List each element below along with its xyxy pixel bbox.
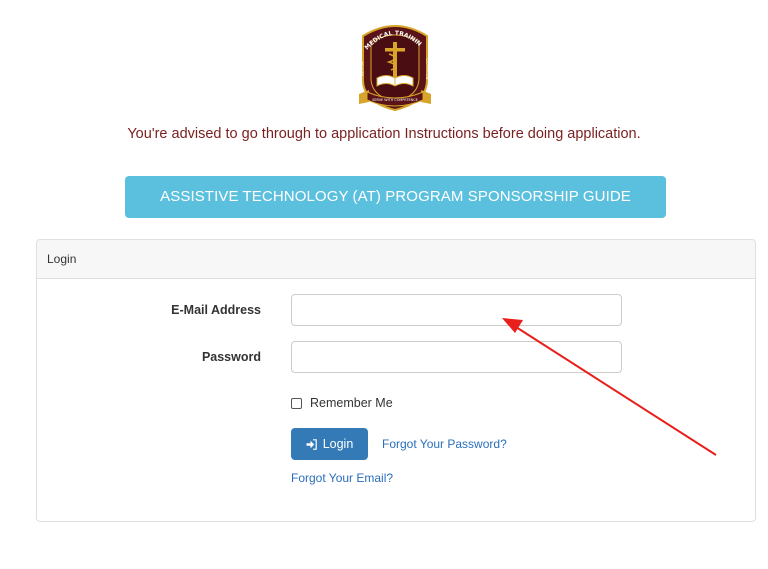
svg-text:KENYA: KENYA	[359, 60, 366, 77]
remember-me-checkbox[interactable]	[291, 397, 302, 409]
college-logo: MEDICAL TRAINING KENYA COLLEGE SERVE WIT…	[351, 13, 437, 114]
email-input[interactable]	[291, 294, 622, 326]
login-button[interactable]: Login	[291, 428, 368, 460]
application-notice: You're advised to go through to applicat…	[127, 126, 641, 142]
forgot-password-link[interactable]: Forgot Your Password?	[382, 437, 507, 451]
sign-in-icon	[306, 438, 317, 450]
login-card-header: Login	[37, 240, 755, 279]
logo-motto: SERVE WITH COMPETENCE	[372, 98, 417, 102]
sponsorship-guide-button[interactable]: ASSISTIVE TECHNOLOGY (AT) PROGRAM SPONSO…	[125, 176, 666, 218]
email-label: E-Mail Address	[171, 303, 261, 317]
password-input[interactable]	[291, 341, 622, 373]
password-label: Password	[201, 350, 261, 364]
remember-me-label: Remember Me	[310, 396, 393, 410]
login-button-label: Login	[322, 437, 354, 451]
remember-me-row[interactable]: Remember Me	[291, 396, 393, 410]
logo-text-left: KENYA	[359, 60, 366, 77]
forgot-email-link[interactable]: Forgot Your Email?	[291, 471, 393, 485]
login-card: Login E-Mail Address Password Remember M…	[36, 239, 756, 522]
